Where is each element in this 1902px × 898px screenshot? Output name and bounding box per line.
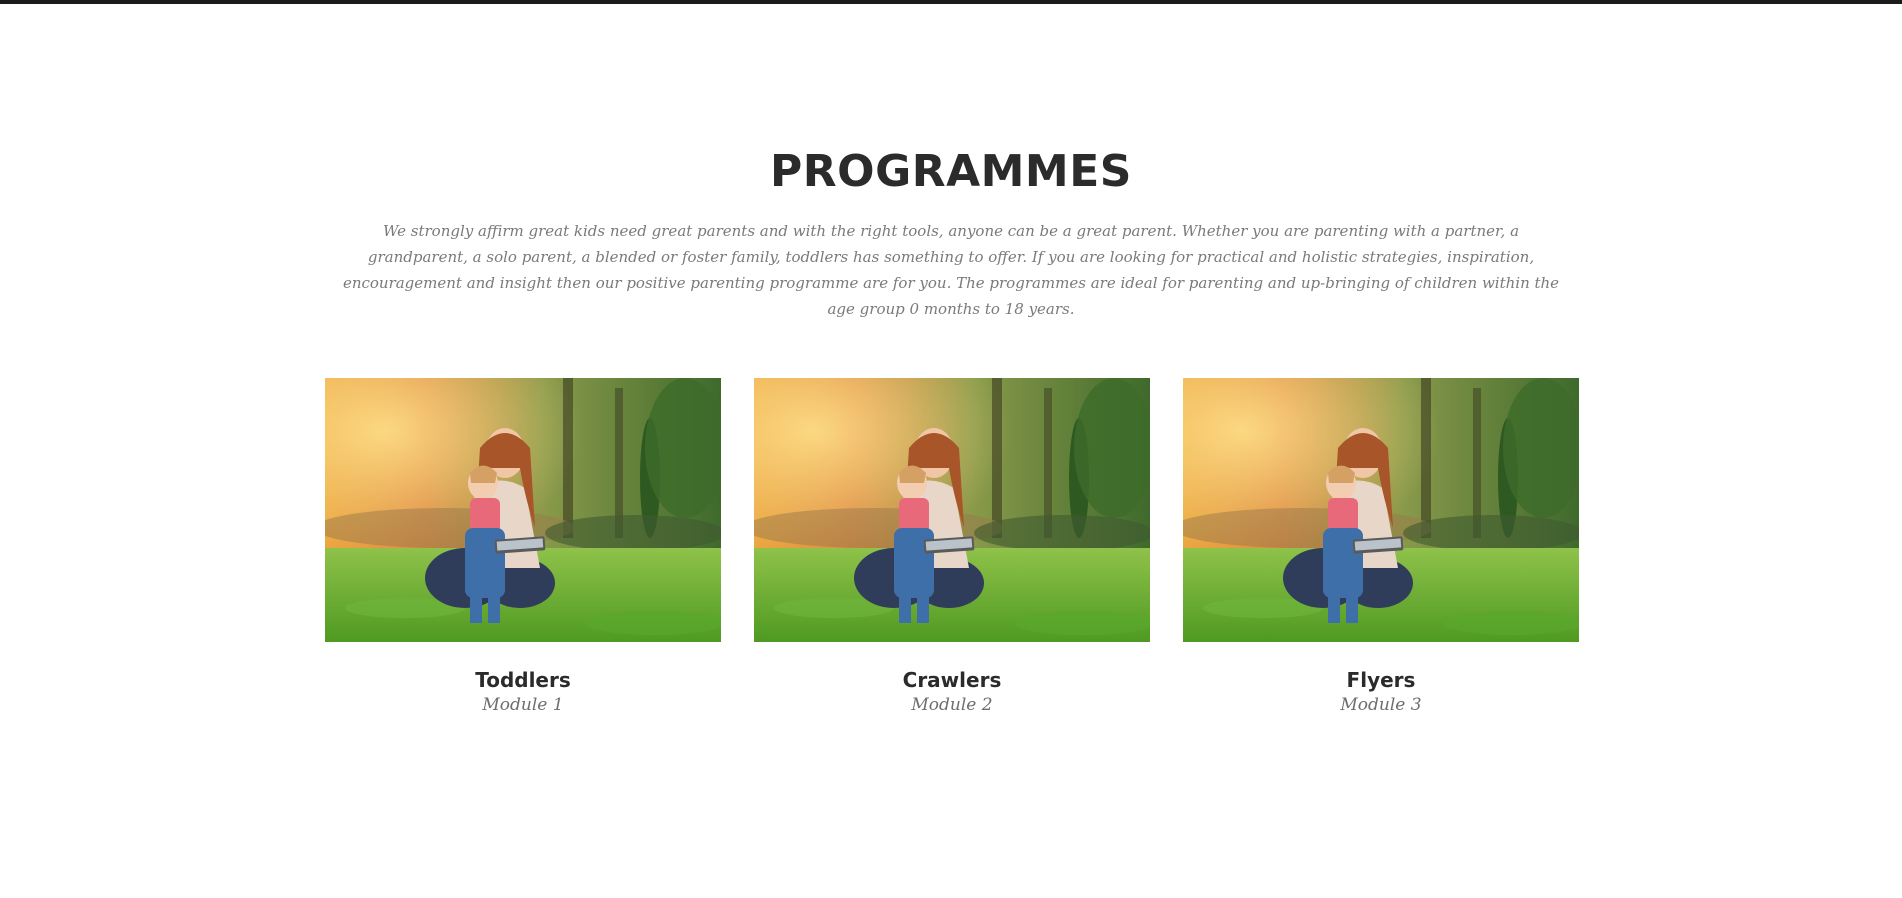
programme-photo[interactable]	[754, 378, 1150, 642]
programme-photo[interactable]	[1183, 378, 1579, 642]
programme-card-crawlers[interactable]: Crawlers Module 2	[754, 378, 1150, 717]
programme-module: Module 2	[911, 695, 993, 715]
programme-module: Module 3	[1340, 695, 1422, 715]
programme-photo[interactable]	[325, 378, 721, 642]
programme-cards: Toddlers Module 1 Crawlers Module 2 Flye…	[325, 378, 1579, 718]
programme-card-toddlers[interactable]: Toddlers Module 1	[325, 378, 721, 717]
programme-module: Module 1	[482, 695, 564, 715]
programmes-section: PROGRAMMES We strongly affirm great kids…	[0, 0, 1902, 898]
programme-title[interactable]: Flyers	[1183, 667, 1579, 693]
section-title: PROGRAMMES	[770, 146, 1132, 197]
programme-card-flyers[interactable]: Flyers Module 3	[1183, 378, 1579, 717]
programme-title[interactable]: Toddlers	[325, 667, 721, 693]
section-intro: We strongly affirm great kids need great…	[342, 222, 1560, 318]
programme-title[interactable]: Crawlers	[754, 667, 1150, 693]
